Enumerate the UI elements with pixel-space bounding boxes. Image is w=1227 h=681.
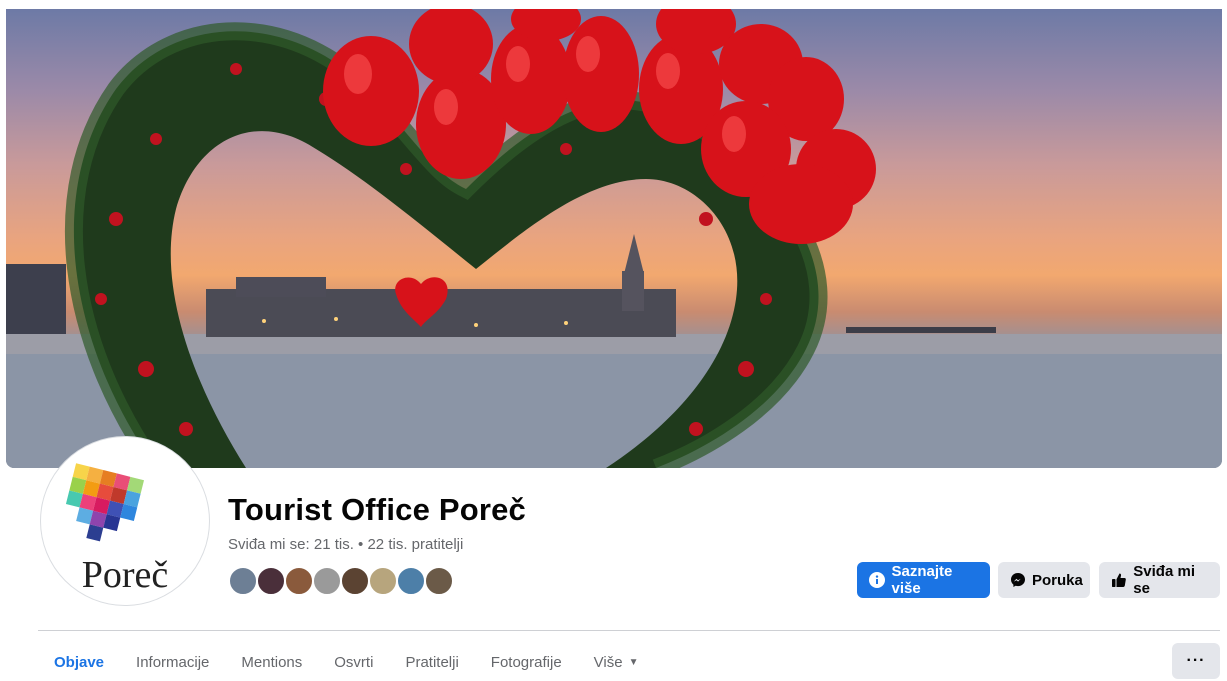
tab-label: Fotografije [490, 653, 562, 671]
tab-objave[interactable]: Objave [38, 644, 120, 680]
tab-vise[interactable]: Više ▼ [578, 644, 655, 680]
friend-avatar[interactable] [396, 566, 426, 596]
like-label: Sviđa mi se [1133, 563, 1195, 597]
friend-avatar[interactable] [424, 566, 454, 596]
page-avatar[interactable]: Poreč [41, 437, 209, 605]
tab-informacije[interactable]: Informacije [120, 644, 225, 680]
cover-photo[interactable] [6, 9, 1222, 468]
friend-avatar[interactable] [256, 566, 286, 596]
tab-osvrti[interactable]: Osvrti [318, 644, 389, 680]
friend-avatar[interactable] [284, 566, 314, 596]
friend-avatar[interactable] [312, 566, 342, 596]
tab-label: Informacije [136, 653, 210, 671]
friend-avatar[interactable] [340, 566, 370, 596]
header-divider [38, 630, 1220, 631]
page-stats[interactable]: Sviđa mi se: 21 tis. • 22 tis. pratitelj… [228, 536, 463, 553]
like-button[interactable]: Sviđa mi se [1099, 562, 1220, 598]
caret-down-icon: ▼ [628, 656, 639, 668]
page-title: Tourist Office Poreč [228, 492, 526, 527]
avatar-logo-wordmark: Poreč [81, 554, 169, 596]
message-button[interactable]: Poruka [998, 562, 1090, 598]
more-options-button[interactable]: ··· [1172, 643, 1220, 679]
messenger-icon [1010, 571, 1026, 589]
tab-label: Mentions [241, 653, 303, 671]
cover-photo-scene [6, 9, 1222, 468]
thumbs-up-icon [1111, 571, 1127, 589]
tab-fotografije[interactable]: Fotografije [475, 644, 578, 680]
friends-who-like[interactable] [228, 566, 468, 598]
tab-mentions[interactable]: Mentions [225, 644, 318, 680]
friend-avatar[interactable] [368, 566, 398, 596]
page-tabs: Objave Informacije Mentions Osvrti Prati… [38, 644, 655, 680]
tab-label: Objave [54, 653, 105, 671]
tab-label: Više [593, 653, 623, 671]
tab-label: Osvrti [334, 653, 374, 671]
tab-pratitelji[interactable]: Pratitelji [389, 644, 474, 680]
ellipsis-icon: ··· [1186, 652, 1206, 669]
learn-more-label: Saznajte više [891, 563, 953, 597]
tab-label: Pratitelji [405, 653, 459, 671]
learn-more-button[interactable]: Saznajte više [857, 562, 990, 598]
message-label: Poruka [1032, 571, 1083, 589]
friend-avatar[interactable] [228, 566, 258, 596]
info-icon [869, 571, 886, 589]
